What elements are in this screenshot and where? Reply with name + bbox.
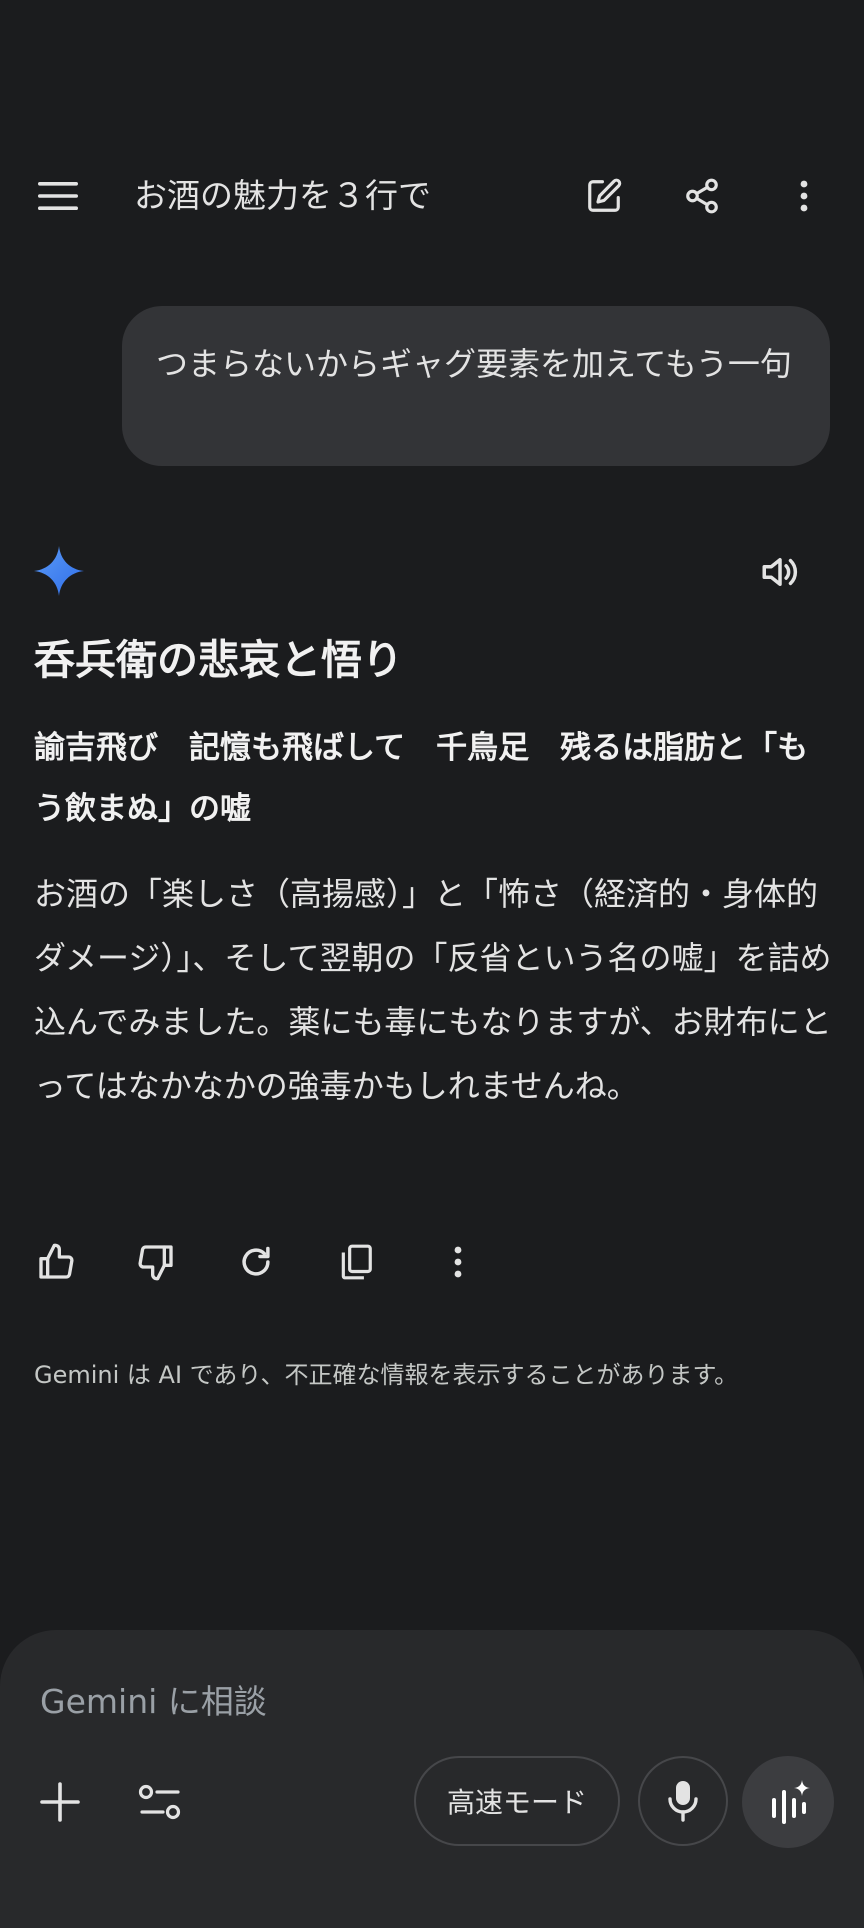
menu-button[interactable] (26, 170, 90, 222)
read-aloud-button[interactable] (752, 544, 808, 600)
speaker-icon (762, 558, 798, 586)
good-response-button[interactable] (26, 1236, 86, 1288)
thumb-down-icon (138, 1245, 173, 1281)
response-body: お酒の「楽しさ（高揚感）」と「怖さ（経済的・身体的ダメージ）」、そして翌朝の「反… (34, 875, 832, 1105)
mode-selector-button[interactable]: 高速モード (414, 1756, 620, 1846)
microphone-button[interactable] (638, 1756, 728, 1846)
thumb-up-icon (39, 1243, 74, 1279)
response-more-button[interactable] (428, 1236, 488, 1288)
new-chat-button[interactable] (578, 170, 630, 222)
hamburger-menu-icon (38, 182, 78, 210)
more-options-button[interactable] (778, 170, 830, 222)
user-message-text: つまらないからギャグ要素を加えてもう一句 (156, 345, 792, 383)
copy-icon (341, 1244, 372, 1280)
gemini-live-button[interactable] (742, 1756, 834, 1848)
bad-response-button[interactable] (126, 1236, 186, 1288)
response-verse: 諭吉飛び 記憶も飛ばして 千鳥足 残るは脂肪と「もう飲まぬ」の嘘 (34, 730, 809, 827)
user-message-bubble: つまらないからギャグ要素を加えてもう一句 (122, 306, 830, 466)
mode-label: 高速モード (446, 1786, 587, 1819)
tools-icon (138, 1784, 181, 1820)
tools-button[interactable] (130, 1774, 190, 1830)
add-attachment-button[interactable] (32, 1774, 88, 1830)
gemini-spark-icon (34, 546, 84, 596)
mic-icon (668, 1781, 698, 1822)
share-icon (686, 178, 718, 214)
more-vert-icon (454, 1246, 462, 1278)
copy-button[interactable] (326, 1236, 386, 1288)
regenerate-button[interactable] (226, 1236, 286, 1288)
response-heading: 呑兵衛の悲哀と悟り (34, 636, 403, 684)
chat-title[interactable]: お酒の魅力を３行で (134, 172, 431, 220)
more-vert-icon (800, 180, 808, 212)
gemini-live-icon (772, 1780, 810, 1824)
edit-icon (588, 178, 622, 212)
disclaimer-text: Gemini は AI であり、不正確な情報を表示することがあります。 (34, 1361, 739, 1389)
regenerate-icon (242, 1246, 270, 1276)
share-button[interactable] (676, 170, 728, 222)
plus-icon (40, 1782, 80, 1822)
prompt-input[interactable] (38, 1670, 742, 1732)
